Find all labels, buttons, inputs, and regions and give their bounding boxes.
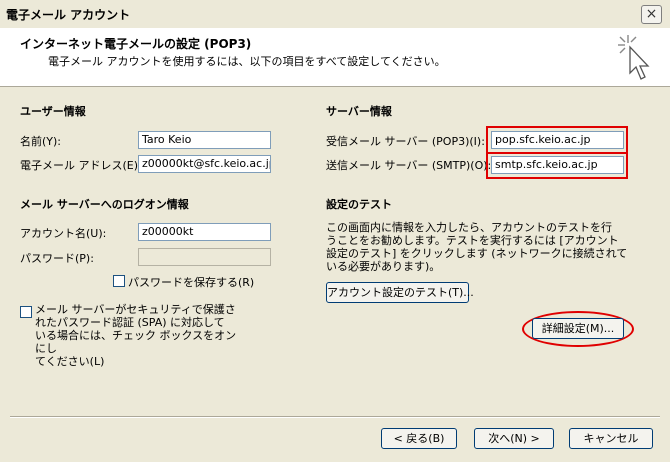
next-button[interactable]: 次へ(N) > [474,428,554,449]
spa-checkbox[interactable] [20,306,32,318]
window-title: 電子メール アカウント [6,8,131,22]
spa-label: メール サーバーがセキュリティで保護さ れたパスワード認証 (SPA) に対応し… [35,303,245,368]
save-password-checkbox[interactable] [113,275,125,287]
spa-label-line: いる場合には、チェック ボックスをオンにし [35,329,237,355]
test-description-line: いる必要があります)。 [326,260,441,273]
account-field[interactable]: z00000kt [138,223,271,241]
back-button[interactable]: < 戻る(B) [381,428,457,449]
advanced-settings-button[interactable]: 詳細設定(M)... [532,318,624,339]
test-account-button[interactable]: アカウント設定のテスト(T)... [326,282,474,303]
cancel-button[interactable]: キャンセル [569,428,653,449]
logon-heading: メール サーバーへのログオン情報 [20,198,189,211]
incoming-server-label: 受信メール サーバー (POP3)(I): [326,135,485,148]
test-description-line: うことをお勧めします。テストを実行するには [アカウント [326,234,619,247]
cursor-sparkle-icon [618,35,650,80]
outgoing-server-field[interactable]: smtp.sfc.keio.ac.jp [491,156,624,174]
test-description: この画面内に情報を入力したら、アカウントのテストを行 うことをお勧めします。テス… [326,221,646,273]
save-password-label: パスワードを保存する(R) [128,276,255,289]
spa-label-line: メール サーバーがセキュリティで保護さ [35,303,236,316]
title-bar: 電子メール アカウント × [0,0,670,28]
outgoing-server-label: 送信メール サーバー (SMTP)(O): [326,159,492,172]
wizard-header: インターネット電子メールの設定 (POP3) 電子メール アカウントを使用するに… [0,28,670,87]
name-field[interactable]: Taro Keio [138,131,271,149]
test-description-line: 設定のテスト] をクリックします (ネットワークに接続されて [326,247,628,260]
email-label: 電子メール アドレス(E): [20,159,142,172]
account-label: アカウント名(U): [20,227,107,240]
spa-label-line: れたパスワード認証 (SPA) に対応して [35,316,225,329]
close-icon: × [645,6,658,22]
close-button[interactable]: × [641,5,662,24]
spa-label-line: てください(L) [35,355,105,368]
test-description-line: この画面内に情報を入力したら、アカウントのテストを行 [326,221,612,234]
email-field[interactable]: z00000kt@sfc.keio.ac.jp [138,155,271,173]
password-field[interactable] [138,248,271,266]
page-subtitle: 電子メール アカウントを使用するには、以下の項目をすべて設定してください。 [48,55,446,68]
user-info-heading: ユーザー情報 [20,105,86,118]
name-label: 名前(Y): [20,135,62,148]
server-info-heading: サーバー情報 [326,105,392,118]
test-settings-heading: 設定のテスト [326,198,392,211]
password-label: パスワード(P): [20,252,94,265]
incoming-server-field[interactable]: pop.sfc.keio.ac.jp [491,131,624,149]
page-title: インターネット電子メールの設定 (POP3) [20,37,252,51]
footer-divider [10,416,660,418]
